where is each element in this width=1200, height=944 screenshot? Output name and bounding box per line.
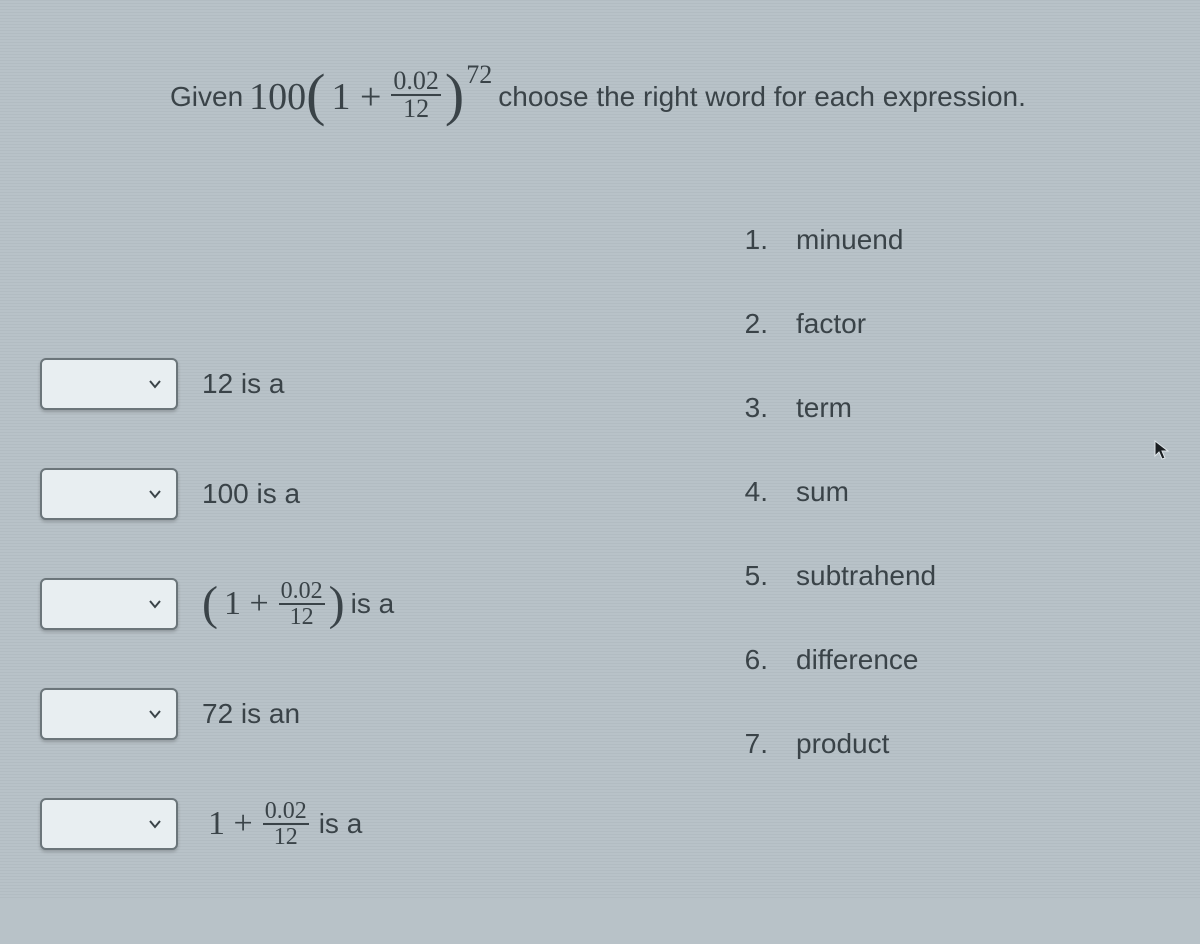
word-2: 2. factor [740,308,936,340]
fraction-numerator: 0.02 [391,68,441,96]
prompt-suffix: choose the right word for each expressio… [498,81,1026,113]
match-row-2: 100 is a [40,464,680,524]
fraction-denominator: 12 [401,96,431,122]
word-text: subtrahend [796,560,936,592]
dropdown-1[interactable] [40,358,178,410]
word-text: minuend [796,224,903,256]
close-paren: ) [329,585,345,623]
word-text: factor [796,308,866,340]
dropdown-2[interactable] [40,468,178,520]
cursor-icon [1154,440,1170,462]
match-row-1: 12 is a [40,354,680,414]
fraction: 0.02 12 [279,579,325,629]
word-1: 1. minuend [740,224,936,256]
prompt-expression: 100 ( 1 + 0.02 12 ) 72 [249,70,492,124]
match-label-1: 12 is a [202,368,285,400]
fraction-numerator: 0.02 [279,579,325,605]
word-number: 5. [740,560,768,592]
match-row-4: 72 is an [40,684,680,744]
word-text: difference [796,644,918,676]
fraction: 0.02 12 [391,68,441,122]
question-container: Given 100 ( 1 + 0.02 12 ) 72 choose the … [0,0,1200,944]
word-7: 7. product [740,728,936,760]
one-plus: 1 + [331,75,381,119]
match-label-3: ( 1 + 0.02 12 ) is a [202,579,394,629]
word-number: 3. [740,392,768,424]
prompt-prefix: Given [170,81,243,113]
open-paren: ( [202,585,218,623]
open-paren: ( [306,72,325,118]
exponent: 72 [466,60,492,90]
chevron-down-icon [148,377,162,391]
fraction: 0.02 12 [263,799,309,849]
body: 12 is a 100 is a ( [40,224,1160,904]
close-paren: ) [445,72,464,118]
one-plus: 1 + [224,585,269,623]
tail-5: is a [319,808,363,840]
word-6: 6. difference [740,644,936,676]
word-number: 1. [740,224,768,256]
word-text: product [796,728,889,760]
word-text: sum [796,476,849,508]
match-label-2: 100 is a [202,478,300,510]
word-number: 2. [740,308,768,340]
matching-column: 12 is a 100 is a ( [40,224,680,904]
word-number: 6. [740,644,768,676]
dropdown-4[interactable] [40,688,178,740]
expr-5: 1 + 0.02 12 [202,799,313,849]
match-row-5: 1 + 0.02 12 is a [40,794,680,854]
one-plus: 1 + [208,805,253,843]
match-row-3: ( 1 + 0.02 12 ) is a [40,574,680,634]
chevron-down-icon [148,597,162,611]
word-number: 7. [740,728,768,760]
match-label-4: 72 is an [202,698,300,730]
expr-3: ( 1 + 0.02 12 ) [202,579,345,629]
chevron-down-icon [148,487,162,501]
word-number: 4. [740,476,768,508]
match-label-5: 1 + 0.02 12 is a [202,799,362,849]
word-5: 5. subtrahend [740,560,936,592]
word-3: 3. term [740,392,936,424]
word-bank: 1. minuend 2. factor 3. term 4. sum 5. s… [740,224,936,904]
fraction-numerator: 0.02 [263,799,309,825]
fraction-denominator: 12 [272,825,300,849]
chevron-down-icon [148,817,162,831]
dropdown-3[interactable] [40,578,178,630]
question-prompt: Given 100 ( 1 + 0.02 12 ) 72 choose the … [40,70,1160,124]
dropdown-5[interactable] [40,798,178,850]
coefficient: 100 [249,75,306,119]
fraction-denominator: 12 [288,605,316,629]
word-4: 4. sum [740,476,936,508]
word-text: term [796,392,852,424]
chevron-down-icon [148,707,162,721]
tail-3: is a [351,588,395,620]
